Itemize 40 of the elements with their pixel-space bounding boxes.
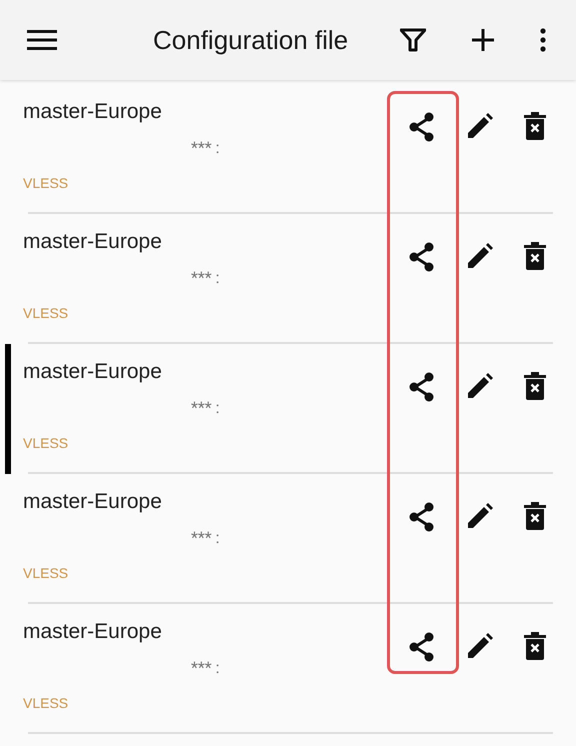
filter-icon[interactable] xyxy=(400,28,426,52)
server-item[interactable]: master-Europe *** : VLESS xyxy=(5,474,576,604)
protocol-label: VLESS xyxy=(23,435,70,451)
server-item[interactable]: master-Europe *** : VLESS xyxy=(5,604,576,734)
screen-title: Configuration file xyxy=(153,24,348,56)
server-address: *** : xyxy=(191,138,221,157)
protocol-label: VLESS xyxy=(23,305,70,321)
share-icon[interactable] xyxy=(408,372,436,402)
edit-icon[interactable] xyxy=(466,502,494,530)
delete-icon[interactable] xyxy=(524,112,546,140)
server-item[interactable]: master-Europe *** : VLESS xyxy=(5,214,576,344)
server-name: master-Europe xyxy=(23,360,163,384)
edit-icon[interactable] xyxy=(466,632,494,660)
server-address: *** : xyxy=(191,658,221,677)
server-name: master-Europe xyxy=(23,620,163,644)
more-icon[interactable] xyxy=(540,28,546,52)
server-address: *** : xyxy=(191,528,221,547)
server-name: master-Europe xyxy=(23,230,163,254)
add-icon[interactable] xyxy=(472,29,494,51)
menu-icon[interactable] xyxy=(27,29,57,51)
share-icon[interactable] xyxy=(408,632,436,662)
protocol-label: VLESS xyxy=(23,565,70,581)
edit-icon[interactable] xyxy=(466,242,494,270)
server-address: *** : xyxy=(191,268,221,287)
server-name: master-Europe xyxy=(23,490,163,514)
edit-icon[interactable] xyxy=(466,112,494,140)
delete-icon[interactable] xyxy=(524,632,546,660)
share-icon[interactable] xyxy=(408,242,436,272)
server-item[interactable]: master-Europe *** : VLESS xyxy=(5,84,576,214)
protocol-label: VLESS xyxy=(23,175,70,191)
edit-icon[interactable] xyxy=(466,372,494,400)
server-name: master-Europe xyxy=(23,100,163,124)
delete-icon[interactable] xyxy=(524,242,546,270)
delete-icon[interactable] xyxy=(524,372,546,400)
server-address: *** : xyxy=(191,398,221,417)
share-icon[interactable] xyxy=(408,502,436,532)
protocol-label: VLESS xyxy=(23,695,70,711)
server-item[interactable]: master-Europe *** : VLESS xyxy=(5,344,576,474)
share-icon[interactable] xyxy=(408,112,436,142)
delete-icon[interactable] xyxy=(524,502,546,530)
